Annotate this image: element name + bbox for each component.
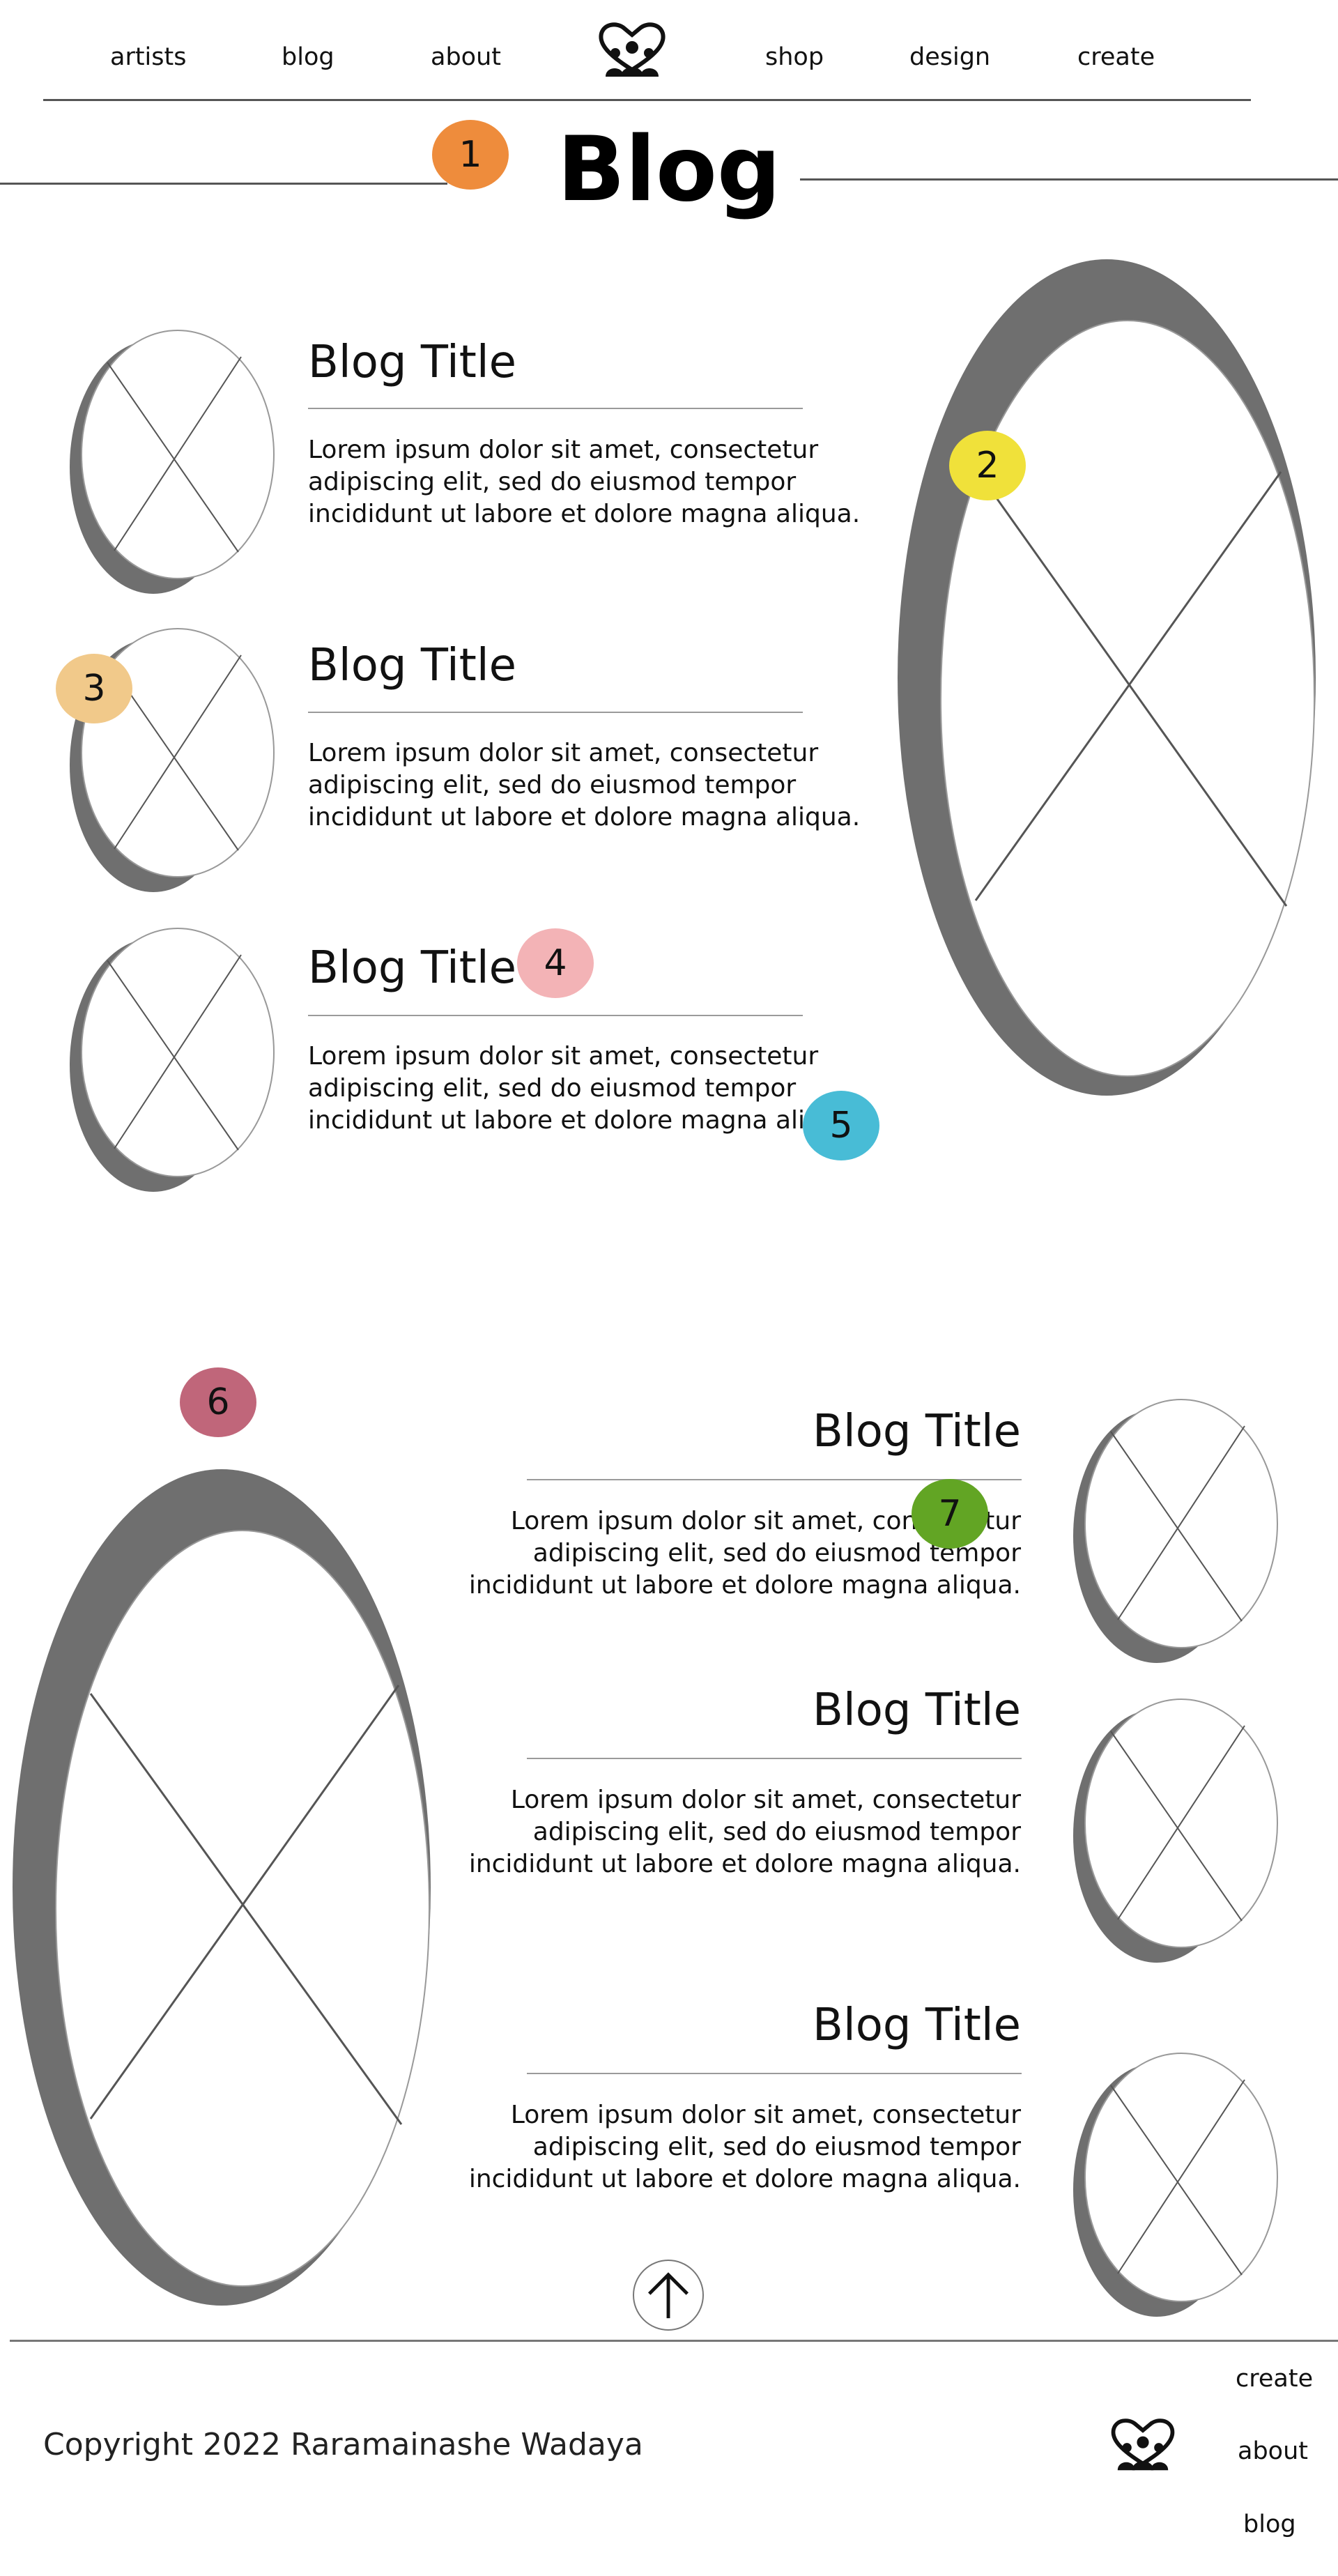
footer-blog-link[interactable]: blog: [1243, 2510, 1296, 2538]
footer-about-link[interactable]: about: [1238, 2437, 1308, 2465]
page-title: Blog: [557, 118, 781, 222]
excerpt-line: adipiscing elit, sed do eiusmod tempor: [308, 468, 797, 496]
excerpt-line: adipiscing elit, sed do eiusmod tempor: [308, 1074, 797, 1103]
annotation-badge-5: 5: [803, 1091, 879, 1160]
nav-artists-link[interactable]: artists: [110, 43, 186, 71]
nav-create-link[interactable]: create: [1077, 43, 1155, 71]
post-4-image[interactable]: [1059, 1398, 1282, 1667]
excerpt-line: incididunt ut labore et dolore magna ali…: [308, 500, 861, 528]
post-5-excerpt: Lorem ipsum dolor sit amet, consectetur …: [463, 1784, 1021, 1880]
excerpt-line: Lorem ipsum dolor sit amet, consectetur: [308, 1042, 819, 1071]
annotation-badge-2: 2: [949, 431, 1026, 500]
post-3-rule: [308, 1015, 803, 1016]
post-6-image[interactable]: [1059, 2052, 1282, 2321]
post-1-rule: [308, 408, 803, 409]
copyright-text: Copyright 2022 Raramainashe Wadaya: [43, 2427, 643, 2462]
featured-image-2[interactable]: [13, 1469, 431, 2306]
excerpt-line: adipiscing elit, sed do eiusmod tempor: [308, 771, 797, 799]
excerpt-line: incididunt ut labore et dolore magna ali…: [468, 1850, 1021, 1878]
nav-design-link[interactable]: design: [909, 43, 990, 71]
nav-shop-link[interactable]: shop: [765, 43, 824, 71]
annotation-badge-3: 3: [56, 654, 132, 723]
post-5-rule: [527, 1758, 1022, 1759]
annotation-badge-4: 4: [517, 928, 594, 998]
annotation-badge-1: 1: [432, 120, 509, 190]
featured-image-1[interactable]: [898, 259, 1316, 1096]
post-4-title[interactable]: Blog Title: [813, 1409, 1021, 1454]
excerpt-line: Lorem ipsum dolor sit amet, consectetur: [308, 739, 819, 767]
post-3-excerpt: Lorem ipsum dolor sit amet, consectetur …: [308, 1041, 866, 1137]
footer-logo-icon[interactable]: [1108, 2417, 1178, 2473]
annotation-badge-6: 6: [180, 1367, 256, 1437]
excerpt-line: incididunt ut labore et dolore magna ali…: [308, 803, 861, 831]
nav-about-link[interactable]: about: [431, 43, 501, 71]
nav-divider: [43, 99, 1251, 101]
post-1-excerpt: Lorem ipsum dolor sit amet, consectetur …: [308, 434, 866, 530]
nav-blog-link[interactable]: blog: [282, 43, 334, 71]
post-5-title[interactable]: Blog Title: [813, 1688, 1021, 1733]
annotation-badge-7: 7: [912, 1479, 988, 1549]
community-people-icon[interactable]: [596, 21, 668, 79]
post-6-title[interactable]: Blog Title: [813, 2003, 1021, 2048]
footer-create-link[interactable]: create: [1236, 2365, 1313, 2393]
post-1-title[interactable]: Blog Title: [308, 340, 516, 385]
post-3-image[interactable]: [56, 927, 279, 1196]
post-2-title[interactable]: Blog Title: [308, 643, 516, 688]
excerpt-line: Lorem ipsum dolor sit amet, consectetur: [510, 1786, 1021, 1814]
post-3-title[interactable]: Blog Title: [308, 946, 516, 990]
post-2-rule: [308, 712, 803, 713]
excerpt-line: Lorem ipsum dolor sit amet, consectetur: [308, 436, 819, 464]
post-6-excerpt: Lorem ipsum dolor sit amet, consectetur …: [463, 2099, 1021, 2195]
excerpt-line: adipiscing elit, sed do eiusmod tempor: [532, 2133, 1021, 2161]
post-2-excerpt: Lorem ipsum dolor sit amet, consectetur …: [308, 737, 866, 834]
excerpt-line: Lorem ipsum dolor sit amet, consectetur: [510, 2101, 1021, 2129]
excerpt-line: incididunt ut labore et dolore magna ali…: [308, 1106, 861, 1135]
excerpt-line: incididunt ut labore et dolore magna ali…: [468, 1571, 1021, 1600]
back-to-top-button[interactable]: [633, 2260, 704, 2331]
post-6-rule: [527, 2073, 1022, 2074]
excerpt-line: incididunt ut labore et dolore magna ali…: [468, 2165, 1021, 2193]
post-1-image[interactable]: [56, 329, 279, 598]
excerpt-line: adipiscing elit, sed do eiusmod tempor: [532, 1818, 1021, 1846]
footer-divider: [10, 2340, 1338, 2342]
post-5-image[interactable]: [1059, 1698, 1282, 1967]
arrow-up-icon: [647, 2272, 689, 2319]
